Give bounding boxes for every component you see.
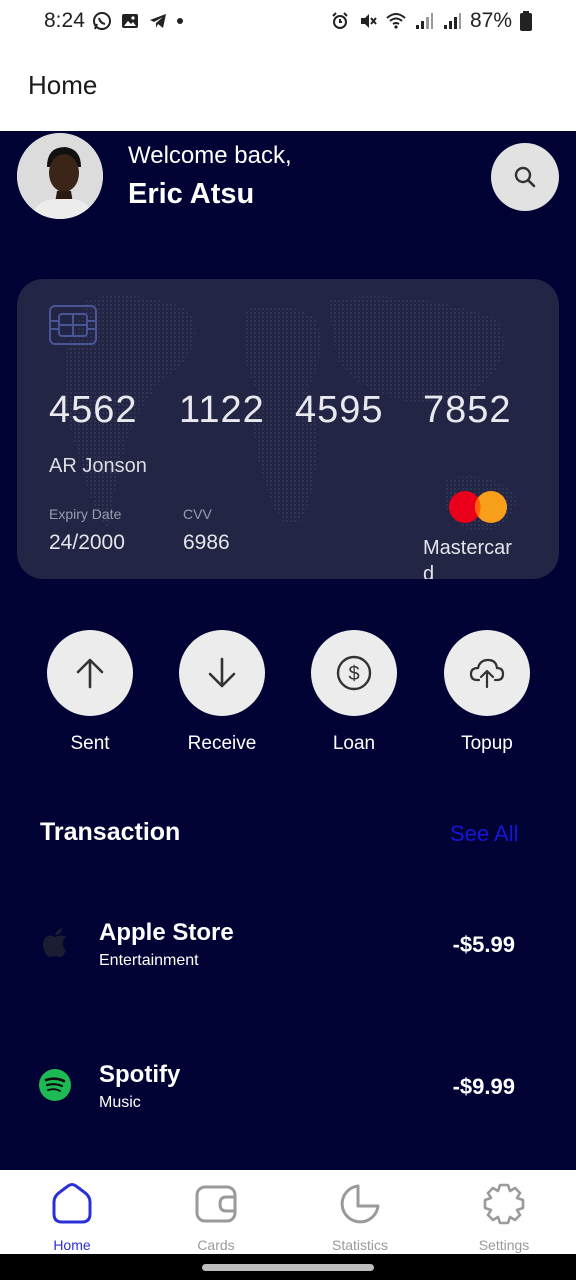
wallet-icon (195, 1185, 237, 1223)
transaction-amount: -$9.99 (452, 1074, 515, 1099)
card-number-group: 7852 (423, 389, 512, 431)
loan-label: Loan (332, 733, 376, 754)
nav-label-cards: Cards (197, 1237, 235, 1253)
whatsapp-icon (93, 12, 111, 30)
nav-item-settings[interactable]: Settings (432, 1170, 576, 1254)
transaction-row[interactable]: Apple Store Entertainment -$5.99 (0, 905, 576, 985)
topup-button[interactable] (444, 630, 530, 716)
cloud-upload-icon (469, 658, 505, 689)
search-button[interactable] (491, 143, 559, 211)
sent-circle (47, 630, 133, 716)
loan-circle: $ (311, 630, 397, 716)
svg-text:$: $ (348, 663, 359, 685)
card-number-group: 4562 (49, 389, 138, 431)
transaction-title: Transaction (40, 818, 181, 846)
card-number-group: 1122 (179, 389, 265, 431)
expiry-label: Expiry Date (49, 506, 122, 522)
settings-icon (483, 1183, 525, 1225)
signal-icon (443, 13, 461, 29)
loan-button[interactable]: $ (311, 630, 397, 716)
system-nav-bar (0, 1254, 576, 1280)
mute-icon (360, 14, 377, 28)
topup-circle (444, 630, 530, 716)
page-title: Home (28, 70, 98, 100)
status-right: 87% (330, 9, 532, 33)
cvv-value: 6986 (183, 531, 230, 554)
telegram-icon (150, 14, 166, 28)
expiry-value: 24/2000 (49, 531, 125, 554)
sent-button[interactable] (47, 630, 133, 716)
search-icon (514, 166, 536, 188)
avatar-photo (17, 133, 103, 219)
home-icon (52, 1183, 92, 1224)
battery-icon (520, 11, 532, 31)
transaction-category: Music (99, 1094, 141, 1111)
transaction-amount: -$5.99 (452, 932, 515, 957)
nav-item-cards[interactable]: Cards (144, 1170, 288, 1254)
nav-item-statistics[interactable]: Statistics (288, 1170, 432, 1254)
nav-label-settings: Settings (478, 1237, 530, 1253)
user-name: Eric Atsu (128, 178, 255, 210)
transaction-row[interactable]: Spotify Music -$9.99 (0, 1047, 576, 1127)
see-all-link[interactable]: See All (450, 821, 519, 847)
card-number-group: 4595 (295, 389, 384, 431)
transaction-name: Spotify (99, 1061, 181, 1088)
home-gesture-pill[interactable] (202, 1264, 374, 1271)
arrow-down-icon (208, 657, 236, 688)
transaction-name: Apple Store (99, 919, 234, 946)
card-holder-name: AR Jonson (49, 455, 147, 477)
dollar-circle-icon: $ (336, 655, 372, 691)
wifi-icon (386, 13, 406, 29)
gallery-icon (122, 14, 138, 28)
dot-icon (177, 18, 183, 24)
apple-icon (42, 928, 66, 958)
chip-icon (49, 305, 97, 345)
nav-item-home[interactable]: Home (0, 1170, 144, 1254)
credit-card[interactable]: 4562 1122 4595 7852 AR Jonson Expiry Dat… (17, 279, 559, 579)
avatar[interactable] (17, 133, 103, 219)
welcome-text: Welcome back, (128, 142, 292, 169)
receive-circle (179, 630, 265, 716)
mastercard-logo-icon (449, 491, 507, 523)
cvv-label: CVV (183, 506, 212, 522)
nav-label-home: Home (53, 1237, 91, 1253)
status-time: 8:24 (44, 9, 85, 32)
sent-label: Sent (70, 733, 110, 754)
status-notification-icons (92, 11, 184, 31)
receive-button[interactable] (179, 630, 265, 716)
arrow-up-icon (76, 658, 104, 689)
bottom-nav: Home Cards Statistics Settings (0, 1170, 576, 1254)
pie-chart-icon (340, 1184, 380, 1224)
card-brand: Mastercard (423, 537, 512, 579)
alarm-icon (332, 12, 348, 29)
status-bar: 8:24 87% (0, 0, 576, 44)
transaction-category: Entertainment (99, 952, 199, 969)
nav-label-statistics: Statistics (331, 1237, 388, 1253)
topup-label: Topup (461, 733, 513, 754)
spotify-icon (39, 1069, 71, 1101)
battery-percent: 87% (469, 9, 512, 32)
receive-label: Receive (187, 733, 257, 754)
signal-icon (415, 13, 433, 29)
app-bar: Home (0, 44, 576, 131)
